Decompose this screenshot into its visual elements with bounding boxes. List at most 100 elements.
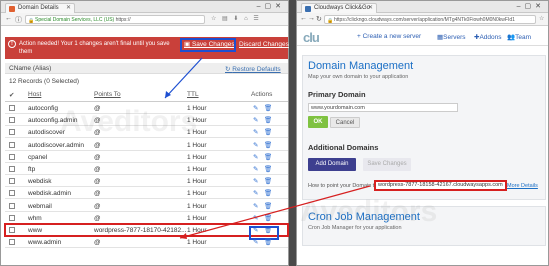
- row-checkbox[interactable]: [9, 227, 15, 233]
- row-checkbox[interactable]: [9, 190, 15, 197]
- tab-cloudways[interactable]: Cloudways Click&Go ✕: [301, 3, 377, 13]
- row-ttl: 1 Hour: [187, 227, 207, 234]
- trash-icon[interactable]: 🗑: [264, 154, 272, 161]
- row-checkbox[interactable]: [9, 117, 15, 124]
- trash-icon[interactable]: 🗑: [264, 129, 272, 136]
- edit-icon[interactable]: ✎: [253, 129, 260, 136]
- row-host: webmail: [28, 202, 52, 210]
- row-points-to: @: [94, 105, 101, 112]
- table-row[interactable]: whm @1 Hour ✎ 🗑: [5, 212, 288, 224]
- table-row[interactable]: webdisk.admin @1 Hour ✎ 🗑: [5, 187, 288, 200]
- table-row[interactable]: cpanel @1 Hour ✎ 🗑: [5, 151, 288, 163]
- back-icon[interactable]: ←: [5, 15, 12, 22]
- window-controls[interactable]: –▢✕: [257, 2, 285, 10]
- trash-icon[interactable]: 🗑: [264, 190, 272, 197]
- table-row[interactable]: autodiscover.admin @1 Hour ✎ 🗑: [5, 139, 288, 151]
- back-icon[interactable]: ←: [300, 15, 307, 22]
- row-ttl: 1 Hour: [187, 202, 207, 210]
- right-browser-window: Cloudways Click&Go ✕ –▢✕ ← → ↻ 🔒 https:/…: [296, 0, 549, 266]
- column-header-ttl[interactable]: TTL: [187, 91, 199, 98]
- table-row[interactable]: ftp @1 Hour ✎ 🗑: [5, 163, 288, 175]
- cron-title: Cron Job Management: [308, 211, 420, 223]
- row-points-to: @: [94, 190, 101, 198]
- trash-icon[interactable]: 🗑: [264, 203, 272, 210]
- url-text: https://clickngo.cloudways.com/server/ap…: [334, 17, 515, 23]
- trash-icon[interactable]: 🗑: [264, 178, 272, 185]
- cname-section-header[interactable]: CName (Alias) ↻ Restore Defaults: [5, 63, 288, 74]
- table-row[interactable]: www wordpress-7877-18170-42182... 1 Hour ✎ 🗑: [4, 223, 289, 240]
- table-row[interactable]: webmail @1 Hour ✎ 🗑: [5, 200, 288, 212]
- trash-icon[interactable]: 🗑: [264, 239, 272, 246]
- cancel-button[interactable]: Cancel: [330, 117, 360, 128]
- additional-domains-label: Additional Domains: [308, 143, 379, 152]
- row-checkbox[interactable]: [9, 239, 15, 246]
- discard-changes-link[interactable]: Discard Changes: [239, 41, 289, 49]
- column-header-host[interactable]: Host: [28, 91, 41, 98]
- row-checkbox[interactable]: [9, 202, 15, 209]
- records-count: 12 Records (0 Selected): [9, 78, 80, 85]
- row-checkbox[interactable]: [9, 178, 15, 185]
- column-header-points-to[interactable]: Points To: [94, 91, 121, 98]
- addons-link[interactable]: ✚Addons: [474, 33, 502, 41]
- select-all-checkbox[interactable]: ✔: [9, 91, 14, 99]
- close-icon[interactable]: ✕: [368, 4, 373, 13]
- ok-button[interactable]: OK: [308, 116, 328, 128]
- edit-icon[interactable]: ✎: [253, 239, 260, 246]
- primary-domain-label: Primary Domain: [308, 90, 366, 99]
- servers-link[interactable]: ▦Servers: [437, 33, 466, 41]
- edit-icon[interactable]: ✎: [253, 166, 260, 173]
- trash-icon[interactable]: 🗑: [264, 117, 272, 124]
- url-field[interactable]: 🔒 https://clickngo.cloudways.com/server/…: [324, 15, 536, 24]
- toolbar-icons[interactable]: ☆ ▤ ⬇ ⌂ ☰: [211, 15, 261, 22]
- row-host: www: [28, 227, 43, 234]
- edit-icon[interactable]: ✎: [253, 178, 260, 185]
- save-changes-link[interactable]: ▣ Save Changes: [180, 38, 236, 52]
- row-checkbox[interactable]: [9, 166, 15, 172]
- row-checkbox[interactable]: [9, 214, 15, 221]
- url-field[interactable]: 🔒 Special Domain Services, LLC (US) http…: [25, 15, 205, 24]
- table-row[interactable]: www.admin @1 Hour ✎ 🗑: [5, 236, 288, 249]
- primary-domain-input[interactable]: www.yourdomain.com: [308, 103, 458, 112]
- restore-defaults-link[interactable]: ↻ Restore Defaults: [225, 65, 281, 73]
- trash-icon[interactable]: 🗑: [264, 215, 272, 222]
- edit-icon[interactable]: ✎: [253, 190, 260, 197]
- edit-icon[interactable]: ✎: [253, 203, 260, 210]
- close-icon[interactable]: ✕: [66, 4, 71, 13]
- info-icon[interactable]: ⓘ: [15, 15, 22, 25]
- star-icon[interactable]: ☆: [539, 15, 546, 22]
- reload-icon[interactable]: ↻: [316, 15, 322, 23]
- edit-icon[interactable]: ✎: [253, 215, 260, 222]
- save-icon: ▣: [184, 41, 192, 48]
- table-row[interactable]: autoconfig.admin @1 Hour ✎ 🗑: [5, 114, 288, 127]
- save-changes-button[interactable]: Save Changes: [363, 158, 411, 171]
- lock-icon: 🔒: [28, 18, 35, 24]
- edit-icon[interactable]: ✎: [253, 117, 260, 124]
- domain-management-panel: Domain Management Map your own domain to…: [302, 55, 546, 200]
- row-points-to: @: [94, 166, 101, 173]
- edit-icon[interactable]: ✎: [253, 142, 260, 149]
- more-details-link[interactable]: More Details: [507, 183, 538, 189]
- alert-icon: !: [8, 40, 16, 48]
- window-controls[interactable]: –▢✕: [517, 2, 545, 10]
- add-domain-button[interactable]: Add Domain: [308, 158, 356, 171]
- trash-icon[interactable]: 🗑: [264, 142, 272, 149]
- row-checkbox[interactable]: [9, 105, 15, 111]
- edit-icon[interactable]: ✎: [253, 105, 260, 112]
- team-link[interactable]: 👥Team: [507, 33, 531, 41]
- trash-icon[interactable]: 🗑: [264, 105, 272, 112]
- row-ttl: 1 Hour: [187, 214, 207, 222]
- create-server-link[interactable]: + Create a new server: [357, 33, 421, 40]
- tab-domain-details[interactable]: Domain Details ✕: [5, 3, 75, 13]
- edit-icon[interactable]: ✎: [253, 154, 260, 161]
- forward-icon[interactable]: →: [308, 15, 315, 22]
- unsaved-changes-alert: ! Action needed! Your 1 changes aren't f…: [5, 37, 289, 59]
- trash-icon[interactable]: 🗑: [264, 166, 272, 173]
- row-checkbox[interactable]: [9, 141, 15, 148]
- point-domain-text: How to point your Domain to: [308, 183, 378, 189]
- table-row[interactable]: autoconfig @1 Hour ✎ 🗑: [5, 102, 288, 114]
- row-checkbox[interactable]: [9, 153, 15, 160]
- row-checkbox[interactable]: [9, 129, 15, 136]
- row-ttl: 1 Hour: [187, 105, 207, 112]
- table-row[interactable]: autodiscover @1 Hour ✎ 🗑: [5, 126, 288, 139]
- table-row[interactable]: webdisk @1 Hour ✎ 🗑: [5, 175, 288, 188]
